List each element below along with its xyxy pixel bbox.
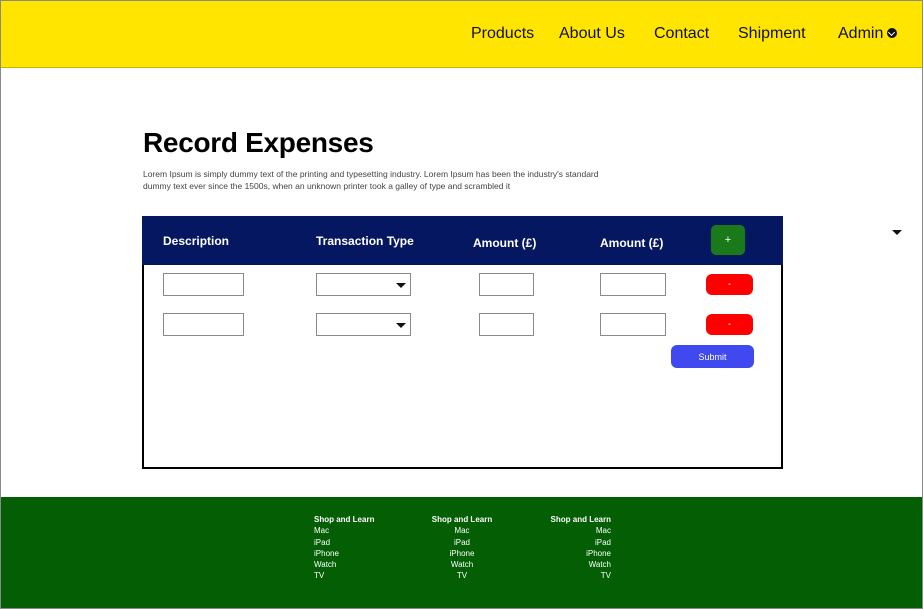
footer-column-title: Shop and Learn (314, 515, 375, 524)
amount-input[interactable] (479, 313, 534, 336)
footer-column-title: Shop and Learn (550, 515, 611, 524)
remove-row-button[interactable]: - (706, 314, 753, 335)
chevron-down-circle-icon (887, 27, 898, 38)
transaction-type-select[interactable] (316, 313, 411, 336)
header-description: Description (163, 234, 230, 248)
nav-shipment[interactable]: Shipment (738, 25, 806, 43)
footer-link-mac[interactable]: Mac (545, 525, 611, 536)
add-row-button[interactable]: + (711, 225, 745, 255)
footer-column-1: Shop and Learn Mac iPad iPhone Watch TV (314, 514, 374, 582)
footer: Shop and Learn Mac iPad iPhone Watch TV … (1, 497, 922, 608)
description-input[interactable] (163, 313, 244, 336)
nav-admin-menu[interactable]: Admin (838, 25, 898, 43)
footer-column-title: Shop and Learn (431, 515, 493, 524)
caret-down-icon[interactable] (892, 230, 902, 235)
footer-link-watch[interactable]: Watch (314, 559, 374, 570)
top-nav-bar: Products About Us Contact Shipment Admin (1, 1, 922, 68)
footer-link-iphone[interactable]: iPhone (545, 548, 611, 559)
caret-down-icon (396, 323, 406, 328)
nav-admin-label: Admin (838, 25, 884, 42)
amount-input-2[interactable] (600, 273, 666, 296)
description-input[interactable] (163, 273, 244, 296)
nav-about-us[interactable]: About Us (559, 25, 625, 43)
footer-link-watch[interactable]: Watch (545, 559, 611, 570)
footer-column-3: Shop and Learn Mac iPad iPhone Watch TV (545, 514, 611, 582)
transaction-type-select[interactable] (316, 273, 411, 296)
submit-button[interactable]: Submit (671, 345, 754, 368)
expenses-table: Description Transaction Type Amount (£) … (142, 216, 783, 469)
header-transaction-type: Transaction Type (316, 234, 414, 248)
footer-link-tv[interactable]: TV (429, 570, 495, 581)
nav-products[interactable]: Products (471, 25, 534, 43)
footer-column-2: Shop and Learn Mac iPad iPhone Watch TV (429, 514, 495, 582)
footer-link-iphone[interactable]: iPhone (314, 548, 374, 559)
remove-row-button[interactable]: - (706, 274, 753, 295)
footer-link-mac[interactable]: Mac (429, 525, 495, 536)
footer-link-watch[interactable]: Watch (429, 559, 495, 570)
footer-link-ipad[interactable]: iPad (545, 537, 611, 548)
amount-input-2[interactable] (600, 313, 666, 336)
header-amount-2: Amount (£) (600, 236, 664, 250)
header-amount: Amount (£) (473, 236, 537, 250)
footer-link-ipad[interactable]: iPad (429, 537, 495, 548)
footer-link-iphone[interactable]: iPhone (429, 548, 495, 559)
table-header: Description Transaction Type Amount (£) … (142, 216, 783, 265)
footer-link-tv[interactable]: TV (314, 570, 374, 581)
amount-input[interactable] (479, 273, 534, 296)
footer-link-ipad[interactable]: iPad (314, 537, 374, 548)
footer-link-tv[interactable]: TV (545, 570, 611, 581)
caret-down-icon (396, 283, 406, 288)
nav-contact[interactable]: Contact (654, 25, 709, 43)
footer-link-mac[interactable]: Mac (314, 525, 374, 536)
page-description: Lorem Ipsum is simply dummy text of the … (143, 169, 599, 191)
page-title: Record Expenses (143, 127, 374, 158)
